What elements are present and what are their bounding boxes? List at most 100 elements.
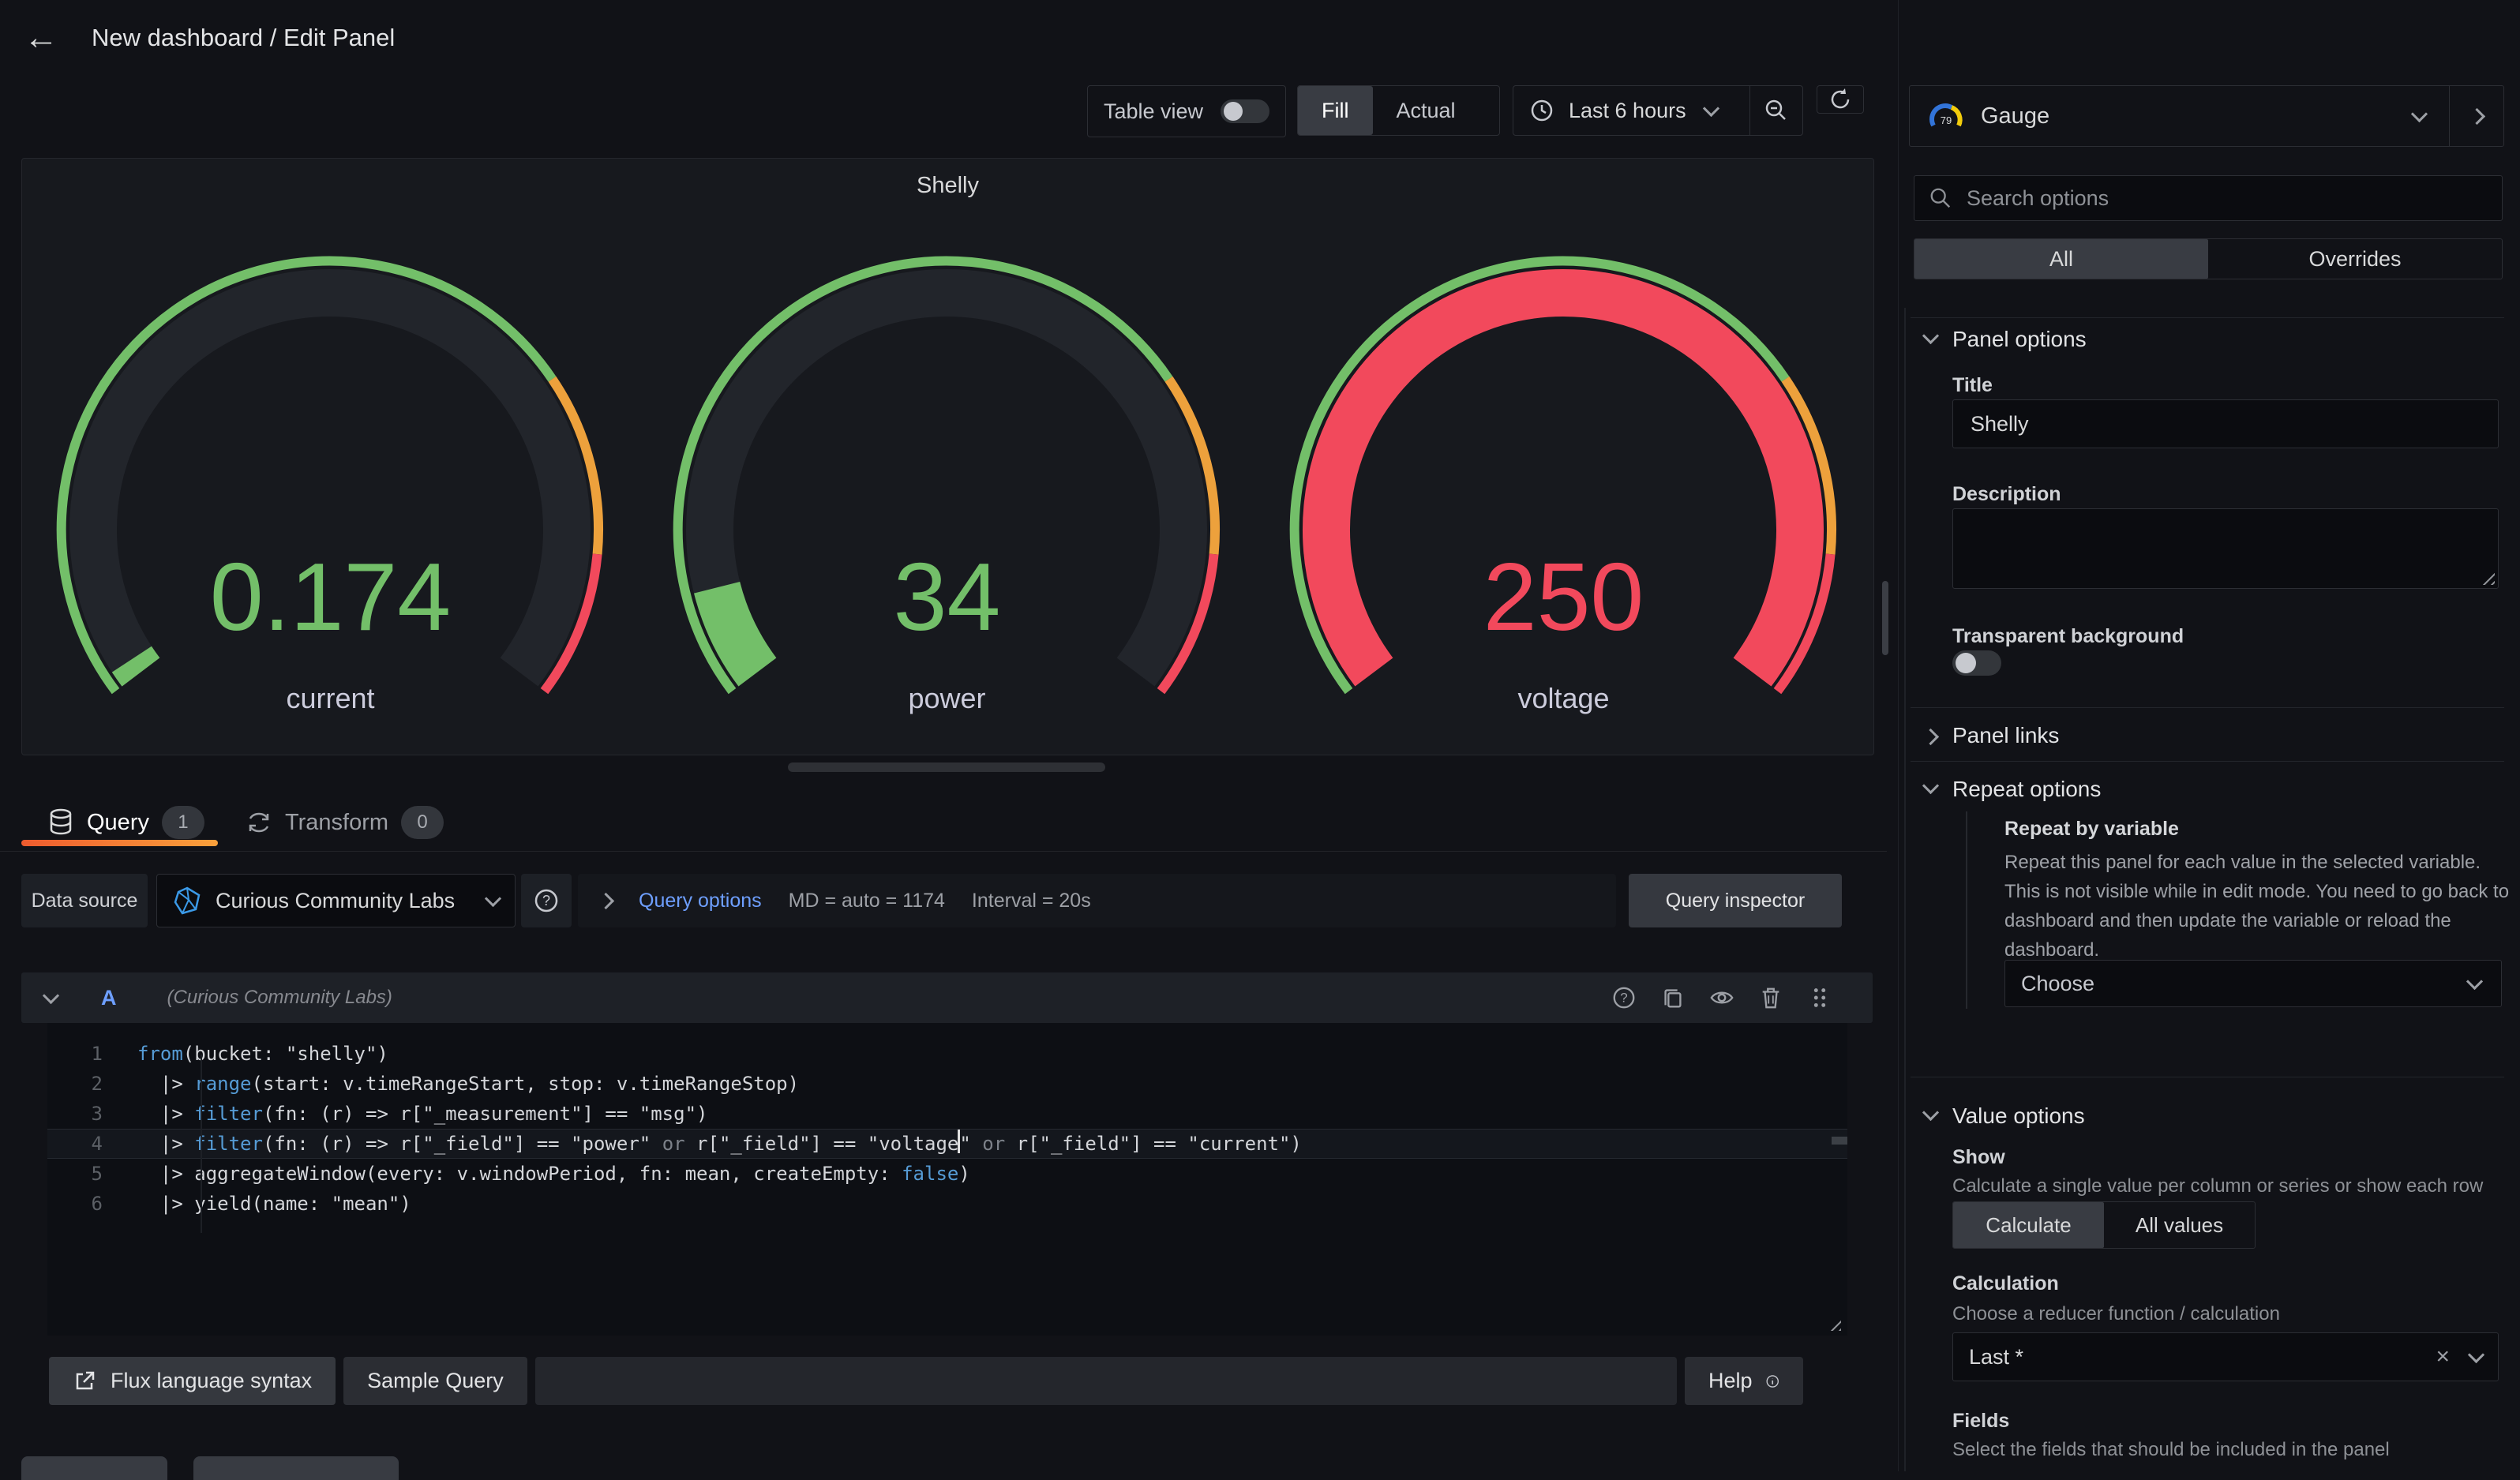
refresh-icon	[1828, 87, 1853, 112]
options-filter-tabs: All Overrides	[1914, 238, 2503, 279]
code-line[interactable]: 2 |> range(start: v.timeRangeStart, stop…	[47, 1069, 1847, 1099]
code-token: range	[194, 1069, 251, 1099]
description-textarea[interactable]	[1952, 508, 2499, 589]
duplicate-query-button[interactable]	[1659, 984, 1686, 1011]
code-line[interactable]: 1from(bucket: "shelly")	[47, 1039, 1847, 1069]
transparent-bg-toggle[interactable]	[1952, 650, 2001, 676]
search-options-box[interactable]	[1914, 175, 2503, 221]
repeat-by-variable-desc: Repeat this panel for each value in the …	[2004, 848, 2516, 965]
svg-text:?: ?	[1620, 991, 1627, 1006]
transform-icon	[246, 809, 272, 836]
query-row-actions: ?	[1611, 984, 1833, 1011]
calculate-option[interactable]: Calculate	[1953, 1202, 2104, 1248]
flux-code-editor[interactable]: 1from(bucket: "shelly")2 |> range(start:…	[47, 1023, 1847, 1336]
fill-button[interactable]: Fill	[1298, 86, 1373, 135]
all-values-option[interactable]: All values	[2104, 1202, 2255, 1248]
gauge-value: 34	[639, 541, 1255, 652]
section-panel-links[interactable]: Panel links	[1952, 723, 2059, 748]
query-options-link[interactable]: Query options	[639, 890, 762, 912]
zoom-out-button[interactable]	[1750, 86, 1802, 135]
divider	[1911, 761, 2504, 762]
repeat-variable-select[interactable]: Choose	[2004, 960, 2502, 1007]
datasource-value: Curious Community Labs	[216, 889, 455, 913]
grip-dots-icon	[1810, 985, 1829, 1010]
drag-handle-icon[interactable]	[1806, 984, 1833, 1011]
code-line[interactable]: 5 |> aggregateWindow(every: v.windowPeri…	[47, 1159, 1847, 1189]
influxdb-icon	[173, 886, 201, 916]
code-token: or	[662, 1130, 685, 1158]
hide-query-button[interactable]	[1708, 984, 1735, 1011]
section-value-options[interactable]: Value options	[1952, 1103, 2085, 1129]
transparent-bg-label: Transparent background	[1952, 625, 2184, 648]
line-number: 5	[47, 1159, 137, 1189]
tab-query-label: Query	[87, 810, 149, 836]
gauge-value: 0.174	[22, 541, 639, 652]
divider	[0, 851, 1887, 852]
code-line[interactable]: 6 |> yield(name: "mean")	[47, 1189, 1847, 1219]
gauge-value: 250	[1255, 541, 1872, 652]
editor-footer: Flux language syntax Sample Query Help	[49, 1357, 1847, 1405]
code-token: r["_field"] == "voltage	[685, 1130, 959, 1158]
datasource-help-button[interactable]: ?	[521, 874, 572, 927]
time-range-picker[interactable]: Last 6 hours	[1513, 98, 1749, 123]
code-line[interactable]: 3 |> filter(fn: (r) => r["_measurement"]…	[47, 1099, 1847, 1129]
help-label: Help	[1708, 1369, 1753, 1393]
panel-resize-handle[interactable]	[788, 762, 1105, 772]
visualization-picker[interactable]: 79 Gauge	[1909, 85, 2504, 147]
search-options-input[interactable]	[1965, 185, 2442, 212]
clear-icon[interactable]: ×	[2436, 1345, 2450, 1369]
toggle-viz-pane-button[interactable]	[2450, 86, 2503, 146]
query-row-header[interactable]: A (Curious Community Labs) ?	[21, 972, 1873, 1023]
title-input-wrap	[1952, 399, 2499, 448]
collapse-chevron-icon[interactable]	[43, 987, 59, 1003]
panel-title-input[interactable]	[1969, 411, 2482, 437]
show-desc: Calculate a single value per column or s…	[1952, 1173, 2520, 1200]
scrollbar-thumb[interactable]	[1882, 581, 1888, 655]
sample-query-button[interactable]: Sample Query	[343, 1357, 527, 1405]
section-panel-options[interactable]: Panel options	[1952, 327, 2087, 352]
repeat-variable-value: Choose	[2021, 972, 2094, 996]
code-token: |> aggregateWindow(every: v.windowPeriod…	[137, 1159, 902, 1189]
overview-ruler-mark	[1832, 1137, 1847, 1145]
tab-overrides[interactable]: Overrides	[2208, 239, 2502, 279]
interval-stat: Interval = 20s	[972, 890, 1091, 912]
flux-syntax-button[interactable]: Flux language syntax	[49, 1357, 336, 1405]
tab-query[interactable]: Query 1	[47, 802, 204, 843]
calculation-select[interactable]: Last * ×	[1952, 1332, 2499, 1381]
query-help-button[interactable]: ?	[1611, 984, 1637, 1011]
add-query-button-cutoff[interactable]	[21, 1456, 167, 1480]
table-view-toggle[interactable]	[1221, 99, 1269, 123]
calculation-label: Calculation	[1952, 1272, 2059, 1295]
actual-button[interactable]: Actual	[1373, 86, 1479, 135]
tab-transform[interactable]: Transform 0	[246, 802, 444, 843]
datasource-picker[interactable]: Curious Community Labs	[156, 874, 516, 927]
code-token: filter	[194, 1099, 263, 1129]
delete-query-button[interactable]	[1757, 984, 1784, 1011]
gauge-current: 0.174 current	[22, 194, 639, 739]
gauge-arc	[1255, 194, 1872, 739]
refresh-button[interactable]	[1817, 85, 1864, 114]
tab-transform-label: Transform	[285, 810, 388, 836]
gauge-label: power	[639, 682, 1255, 715]
query-inspector-button[interactable]: Query inspector	[1629, 874, 1842, 927]
textarea-resize-handle[interactable]	[2482, 572, 2495, 585]
tab-all[interactable]: All	[1914, 239, 2208, 279]
code-token: or	[982, 1130, 1005, 1158]
code-line[interactable]: 4 |> filter(fn: (r) => r["_field"] == "p…	[47, 1129, 1847, 1159]
show-mode-group: Calculate All values	[1952, 1201, 2256, 1249]
gauge-viz-icon: 79	[1927, 100, 1965, 132]
section-repeat-options[interactable]: Repeat options	[1952, 777, 2101, 802]
svg-text:79: 79	[1941, 114, 1952, 126]
line-number: 1	[47, 1039, 137, 1069]
back-arrow-icon[interactable]: ←	[24, 18, 58, 58]
code-token: r["_field"] == "current")	[1005, 1130, 1302, 1158]
time-range-group: Last 6 hours	[1513, 85, 1803, 136]
code-token: (fn: (r) => r["_field"] == "power"	[263, 1130, 662, 1158]
info-circle-icon	[1765, 1369, 1779, 1393]
query-ref-id: A	[101, 986, 117, 1010]
code-token: (bucket: "shelly")	[183, 1039, 388, 1069]
help-button[interactable]: Help	[1685, 1357, 1803, 1405]
code-token: |>	[137, 1069, 194, 1099]
add-expression-button-cutoff[interactable]	[193, 1456, 399, 1480]
chevron-right-icon[interactable]	[598, 892, 614, 909]
